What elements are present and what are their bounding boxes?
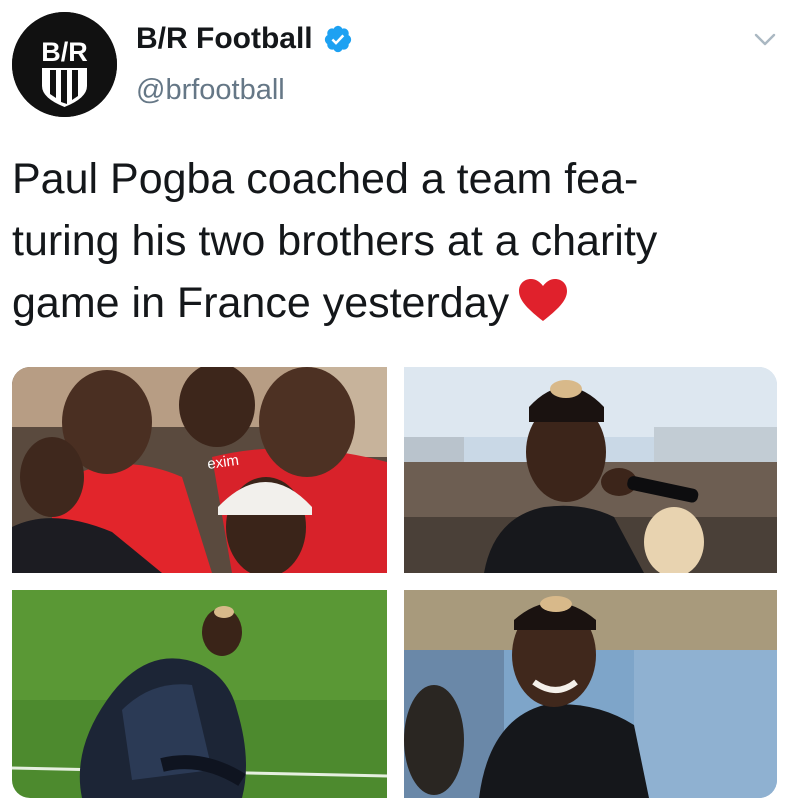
avatar[interactable]: B/R [12, 12, 117, 117]
name-row: B/R Football [136, 22, 353, 56]
tweet-line-2: turing his two brothers at a charity [12, 217, 658, 265]
tweet-line-1: Paul Pogba coached a team fea- [12, 155, 639, 203]
photo-crouching-pitch[interactable] [12, 590, 387, 798]
chevron-down-icon[interactable] [752, 26, 778, 52]
photo-smiling-crowd[interactable] [404, 590, 777, 798]
red-heart-icon [517, 277, 569, 323]
display-name[interactable]: B/R Football [136, 22, 313, 56]
br-logo: B/R [12, 12, 117, 117]
handle[interactable]: @brfootball [136, 74, 285, 107]
tweet-line-3-text: game in France yesterday [12, 279, 510, 327]
avatar-text: B/R [41, 37, 88, 67]
verified-badge-icon [323, 24, 353, 54]
tweet-line-3: game in France yesterday [12, 272, 782, 334]
tweet-text: Paul Pogba coached a team fea- turing hi… [12, 148, 782, 334]
photo-microphone[interactable] [404, 367, 777, 573]
photo-brothers-group[interactable]: exim [12, 367, 387, 573]
